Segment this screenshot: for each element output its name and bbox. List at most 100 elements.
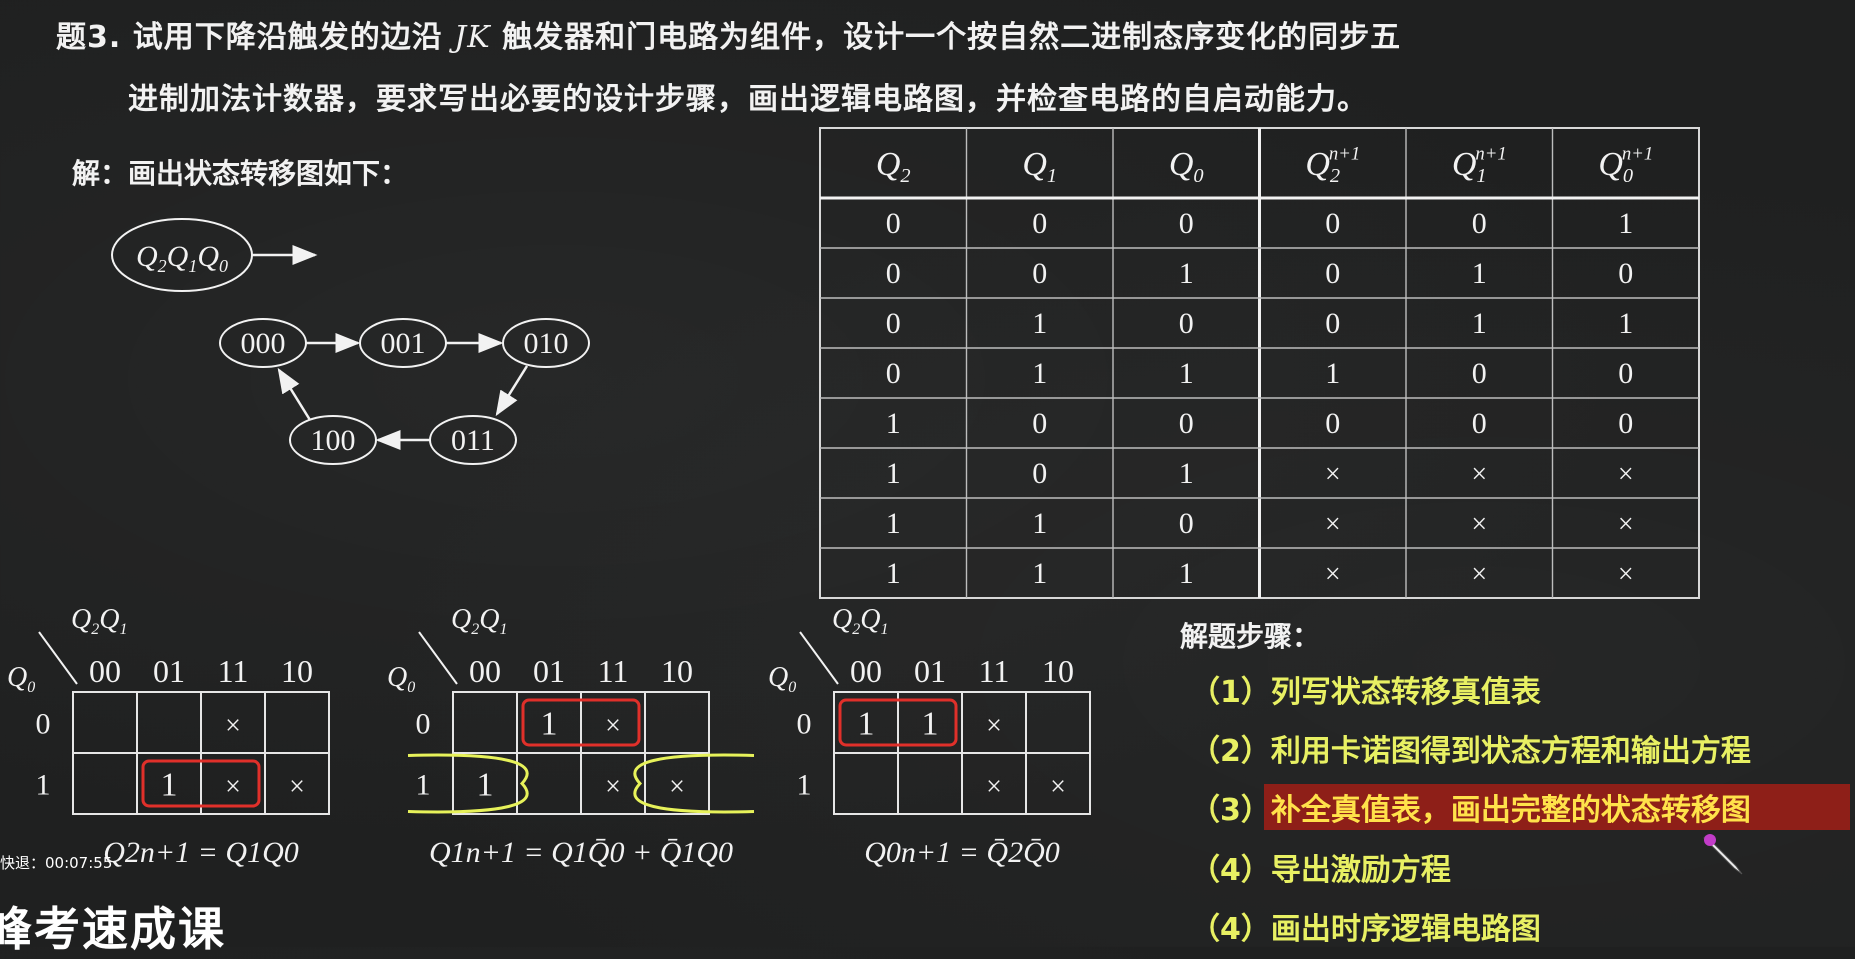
truth-cell-r0-c2: 0 xyxy=(1179,207,1194,240)
kmap-2-row-1: 1 xyxy=(416,769,431,802)
truth-cell-r5-c0: 1 xyxy=(886,457,901,490)
kmap-1-cell-r1-c1: 1 xyxy=(161,767,178,804)
solution-label: 解：画出状态转移图如下： xyxy=(72,157,409,190)
truth-cell-r7-c0: 1 xyxy=(886,557,901,590)
truth-cell-r6-c2: 0 xyxy=(1179,507,1194,540)
question-line-2: 进制加法计数器，要求写出必要的设计步骤，画出逻辑电路图，并检查电路的自启动能力。 xyxy=(128,82,1368,117)
truth-table: Q2 Q1 Q0 Q2n+1 Q1n+1 Q0n+1 0 0 0 0 0 1 0 0 1 0 1 0 0 1 0 0 1 1 0… xyxy=(819,127,1700,599)
kmap-1-side-var: Q0 xyxy=(7,662,35,696)
truth-cell-r1-c1: 0 xyxy=(1032,257,1047,290)
legend-label: Q2Q1Q0 xyxy=(136,240,228,276)
truth-cell-r2-c5: 1 xyxy=(1618,307,1633,340)
truth-cell-r6-c0: 1 xyxy=(886,507,901,540)
kmap-2-cell-r1-c3: × xyxy=(669,772,685,803)
truth-cell-r4-c5: 0 xyxy=(1618,407,1633,440)
truth-header-2: Q0 xyxy=(1169,146,1204,187)
truth-cell-r1-c3: 0 xyxy=(1325,257,1340,290)
truth-cell-r7-c2: 1 xyxy=(1179,557,1194,590)
state-100: 100 xyxy=(311,424,356,457)
truth-header-4: Q1n+1 xyxy=(1452,144,1507,187)
kmap-2-cell-r1-c2: × xyxy=(605,772,621,803)
kmap-1-cell-r1-c3: × xyxy=(289,772,305,803)
truth-cell-r4-c3: 0 xyxy=(1325,407,1340,440)
truth-table-grid xyxy=(819,127,1700,599)
kmap-3-side-var: Q0 xyxy=(768,662,796,696)
step-1: （1）列写状态转移真值表 xyxy=(1190,675,1541,710)
kmap-1-col-1: 01 xyxy=(153,653,185,689)
truth-cell-r0-c1: 0 xyxy=(1032,207,1047,240)
kmap-1-row-1: 1 xyxy=(36,769,51,802)
kmap-1: Q2Q1Q0 00 01 11 1001×1 × ×Q2n+1 = Q1Q0 xyxy=(7,604,330,869)
kmap-3-equation: Q0n+1 = Q̄2Q̄0 xyxy=(864,836,1059,869)
truth-cell-r3-c0: 0 xyxy=(886,357,901,390)
arrow-010-011 xyxy=(495,365,529,417)
truth-cell-r5-c1: 0 xyxy=(1032,457,1047,490)
karnaugh-maps: Q2Q1Q0 00 01 11 1001×1 × ×Q2n+1 = Q1Q0Q2Q1Q0 00… xyxy=(7,604,1091,869)
truth-cell-r1-c5: 0 xyxy=(1618,257,1633,290)
truth-cell-r3-c4: 0 xyxy=(1472,357,1487,390)
step-4: （4）导出激励方程 xyxy=(1190,853,1451,888)
truth-cell-r4-c4: 0 xyxy=(1472,407,1487,440)
truth-cell-r4-c0: 1 xyxy=(886,407,901,440)
truth-cell-r7-c1: 1 xyxy=(1032,557,1047,590)
kmap-3-cell-r0-c2: × xyxy=(986,711,1002,742)
kmap-3-top-var: Q2Q1 xyxy=(832,604,888,638)
kmap-2: Q2Q1Q0 00 01 11 10011 ×1 × ×Q1n+1 = Q1Q̄0 + Q̄1… xyxy=(387,604,733,869)
truth-cell-r5-c5: × xyxy=(1618,459,1634,490)
truth-cell-r4-c1: 0 xyxy=(1032,407,1047,440)
truth-cell-r3-c2: 1 xyxy=(1179,357,1194,390)
kmap-2-col-1: 01 xyxy=(533,653,565,689)
state-001: 001 xyxy=(381,327,426,360)
truth-cell-r0-c4: 0 xyxy=(1472,207,1487,240)
kmap-2-side-var: Q0 xyxy=(387,662,415,696)
kmap-3-col-3: 10 xyxy=(1042,653,1074,689)
kmap-3-col-1: 01 xyxy=(914,653,946,689)
step-3: （3）补全真值表，画出完整的状态转移图 xyxy=(1190,785,1751,829)
kmap-3-cell-r0-c0: 1 xyxy=(858,706,875,743)
truth-cell-r0-c3: 0 xyxy=(1325,207,1340,240)
kmap-2-cell-r1-c0: 1 xyxy=(477,767,494,804)
kmap-3-row-1: 1 xyxy=(797,769,812,802)
truth-cell-r5-c3: × xyxy=(1325,459,1341,490)
truth-cell-r7-c3: × xyxy=(1325,559,1341,590)
kmap-3-col-2: 11 xyxy=(979,653,1010,689)
kmap-1-row-0: 0 xyxy=(36,708,51,741)
kmap-2-row-0: 0 xyxy=(416,708,431,741)
kmap-3-row-0: 0 xyxy=(797,708,812,741)
truth-cell-r1-c2: 1 xyxy=(1179,257,1194,290)
steps-title: 解题步骤： xyxy=(1180,620,1321,653)
playback-timer: 快退：00:07:55 xyxy=(0,854,113,872)
state-010: 010 xyxy=(524,327,569,360)
truth-cell-r3-c3: 1 xyxy=(1325,357,1340,390)
kmap-1-top-var: Q2Q1 xyxy=(71,604,127,638)
truth-cell-r5-c4: × xyxy=(1471,459,1487,490)
truth-cell-r6-c3: × xyxy=(1325,509,1341,540)
jk-label: JK xyxy=(454,20,491,55)
truth-cell-r2-c0: 0 xyxy=(886,307,901,340)
kmap-3-cell-r0-c1: 1 xyxy=(922,706,939,743)
kmap-1-col-3: 10 xyxy=(281,653,313,689)
kmap-3-col-0: 00 xyxy=(850,653,882,689)
kmap-1-cell-r0-c2: × xyxy=(225,711,241,742)
state-transition-diagram: Q2Q1Q0 000 001 010 011 100 xyxy=(111,218,590,465)
pen-cursor-icon xyxy=(1703,834,1743,875)
truth-cell-r6-c5: × xyxy=(1618,509,1634,540)
truth-cell-r6-c1: 1 xyxy=(1032,507,1047,540)
kmap-1-col-2: 11 xyxy=(218,653,249,689)
truth-header-5: Q0n+1 xyxy=(1598,144,1653,187)
step-3-number: （3） xyxy=(1190,793,1271,828)
kmap-3-cell-r1-c3: × xyxy=(1050,772,1066,803)
truth-cell-r2-c2: 0 xyxy=(1179,307,1194,340)
arrow-100-000 xyxy=(277,367,312,421)
state-000: 000 xyxy=(241,327,286,360)
truth-cell-r1-c0: 0 xyxy=(886,257,901,290)
truth-cell-r3-c5: 0 xyxy=(1618,357,1633,390)
truth-cell-r1-c4: 1 xyxy=(1472,257,1487,290)
truth-cell-r4-c2: 0 xyxy=(1179,407,1194,440)
truth-cell-r0-c0: 0 xyxy=(886,207,901,240)
step-2: （2）利用卡诺图得到状态方程和输出方程 xyxy=(1190,734,1751,769)
course-logo-text: 峰考速成课 xyxy=(0,902,226,956)
question-line-1: 题3. 试用下降沿触发的边沿 JK 触发器和门电路为组件，设计一个按自然二进制态… xyxy=(56,20,1402,55)
truth-header-0: Q2 xyxy=(876,146,911,187)
kmap-3-cell-r1-c2: × xyxy=(986,772,1002,803)
